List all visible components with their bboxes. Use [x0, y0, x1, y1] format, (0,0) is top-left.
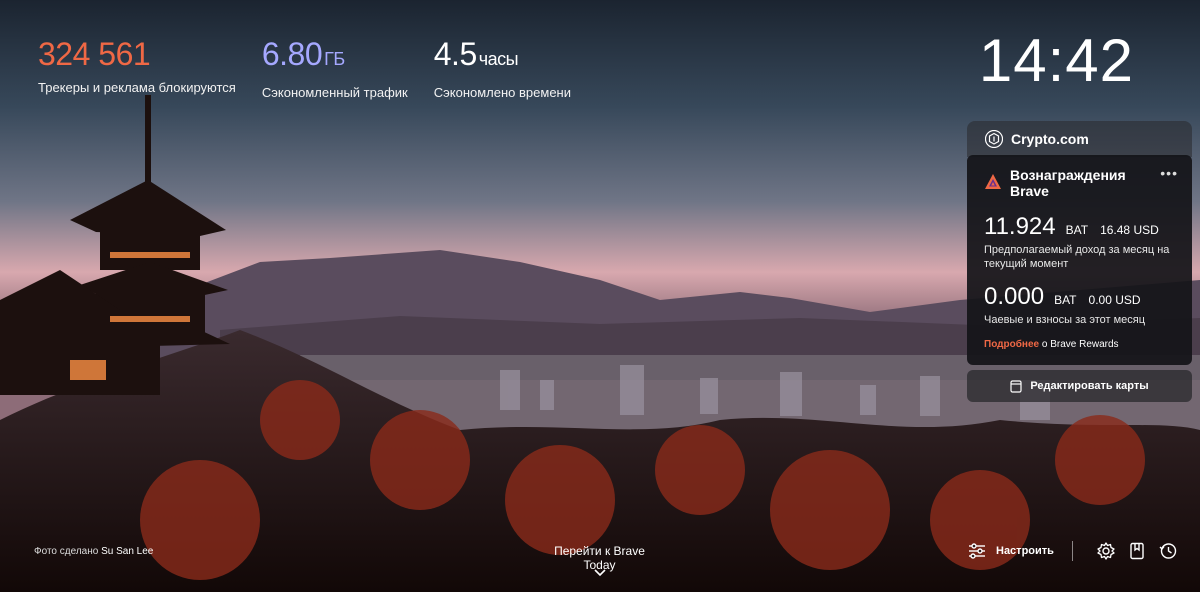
stats-bar: 324 561 Трекеры и реклама блокируются 6.… [38, 36, 571, 100]
estimated-row: 11.924 BAT 16.48 USD [984, 213, 1176, 241]
estimated-currency: BAT [1065, 223, 1089, 237]
stat-trackers: 324 561 Трекеры и реклама блокируются [38, 36, 236, 100]
estimated-value: 11.924 [984, 213, 1056, 240]
bookmark-icon[interactable] [1127, 541, 1147, 561]
tips-label: Чаевые и взносы за этот месяц [984, 314, 1146, 326]
edit-cards-label: Редактировать карты [1030, 380, 1149, 392]
estimated-label: Предполагаемый доход за месяц на текущий… [984, 244, 1170, 270]
time-unit: часы [478, 49, 519, 69]
clock[interactable]: 14:42 [979, 26, 1134, 95]
trackers-count: 324 561 [38, 36, 151, 72]
learn-more-link[interactable]: Подробнее [984, 339, 1039, 350]
time-label: Сэкономлено времени [433, 85, 571, 100]
edit-cards-button[interactable]: Редактировать карты [967, 370, 1192, 402]
rewards-widget: Вознаграждения Brave ••• 11.924 BAT 16.4… [967, 155, 1192, 365]
bandwidth-value-wrap: 6.80 ГБ [262, 36, 408, 77]
bandwidth-label: Сэкономленный трафик [261, 85, 408, 100]
bandwidth-value: 6.80 [261, 36, 323, 72]
photo-credit: Фото сделано Su San Lee [34, 546, 153, 557]
tips-row: 0.000 BAT 0.00 USD [984, 283, 1176, 311]
customize-button[interactable]: Настроить [968, 543, 1054, 559]
tips-currency: BAT [1054, 293, 1077, 307]
chevron-down-icon[interactable] [593, 568, 607, 578]
bat-icon [985, 174, 1001, 189]
widget-tab-cryptocom[interactable]: Crypto.com [967, 121, 1192, 157]
stat-time: 4.5 часы Сэкономлено времени [434, 36, 571, 100]
customize-label: Настроить [996, 545, 1054, 557]
credit-prefix: Фото сделано [34, 546, 99, 557]
tips-value: 0.000 [984, 283, 1045, 310]
bandwidth-unit: ГБ [324, 49, 345, 69]
gear-icon[interactable] [1096, 541, 1116, 561]
stat-bandwidth: 6.80 ГБ Сэкономленный трафик [262, 36, 408, 100]
learn-more-line: Подробнее о Brave Rewards [984, 339, 1176, 350]
sliders-icon [969, 543, 985, 559]
more-options-icon[interactable]: ••• [1160, 165, 1178, 181]
credit-name[interactable]: Su San Lee [101, 546, 153, 557]
cards-icon [1010, 379, 1022, 393]
widget-tab-label: Crypto.com [1011, 131, 1089, 147]
toolbar-divider [1071, 541, 1073, 561]
cryptocom-icon [985, 130, 1003, 148]
estimated-usd: 16.48 USD [1100, 223, 1159, 237]
bottom-toolbar: Настроить [968, 540, 1178, 562]
widget-title: Вознаграждения Brave [1010, 167, 1126, 199]
tips-usd: 0.00 USD [1088, 293, 1141, 307]
time-value: 4.5 [433, 36, 477, 72]
history-icon[interactable] [1158, 541, 1178, 561]
trackers-label: Трекеры и реклама блокируются [38, 80, 236, 95]
learn-more-rest: о Brave Rewards [1041, 339, 1119, 350]
widget-header: Вознаграждения Brave [984, 167, 1176, 199]
time-value-wrap: 4.5 часы [434, 36, 571, 77]
